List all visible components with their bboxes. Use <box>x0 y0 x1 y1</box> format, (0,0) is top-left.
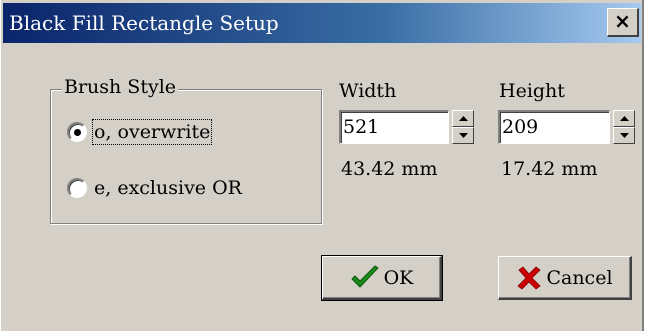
radio-button-exclusive-or[interactable] <box>67 178 87 198</box>
height-label: Height <box>499 80 565 102</box>
brush-style-label: Brush Style <box>62 76 179 98</box>
width-input[interactable]: 521 <box>339 110 449 144</box>
ok-label: OK <box>383 266 414 289</box>
arrow-down-icon <box>459 133 468 138</box>
height-mm-readout: 17.42 mm <box>501 158 598 180</box>
height-spinner[interactable] <box>613 110 635 144</box>
radio-label-overwrite: o, overwrite <box>91 119 213 145</box>
setup-dialog: Black Fill Rectangle Setup × Brush Style… <box>0 0 644 331</box>
height-input[interactable]: 209 <box>498 110 610 144</box>
checkmark-icon <box>350 264 379 288</box>
ok-button[interactable]: OK <box>321 255 443 301</box>
height-spin-down-button[interactable] <box>613 127 635 144</box>
cancel-button[interactable]: Cancel <box>498 256 632 300</box>
radio-exclusive-or[interactable]: e, exclusive OR <box>67 177 242 199</box>
radio-button-overwrite[interactable] <box>67 122 87 142</box>
close-button[interactable]: × <box>607 8 639 37</box>
close-icon: × <box>614 9 631 33</box>
width-spin-down-button[interactable] <box>452 127 474 144</box>
arrow-up-icon <box>620 116 629 121</box>
brush-style-group <box>50 89 322 224</box>
cancel-label: Cancel <box>546 266 613 289</box>
radio-selected-dot <box>74 129 81 136</box>
width-spin-up-button[interactable] <box>452 110 474 127</box>
radio-label-exclusive-or: e, exclusive OR <box>94 177 242 199</box>
radio-overwrite[interactable]: o, overwrite <box>67 119 213 145</box>
width-mm-readout: 43.42 mm <box>341 158 438 180</box>
arrow-up-icon <box>459 116 468 121</box>
height-spin-up-button[interactable] <box>613 110 635 127</box>
width-label: Width <box>339 80 397 102</box>
window-title: Black Fill Rectangle Setup <box>9 11 279 35</box>
arrow-down-icon <box>620 133 629 138</box>
title-bar[interactable]: Black Fill Rectangle Setup × <box>3 3 641 43</box>
width-spinner[interactable] <box>452 110 474 144</box>
x-cross-icon <box>517 265 542 290</box>
